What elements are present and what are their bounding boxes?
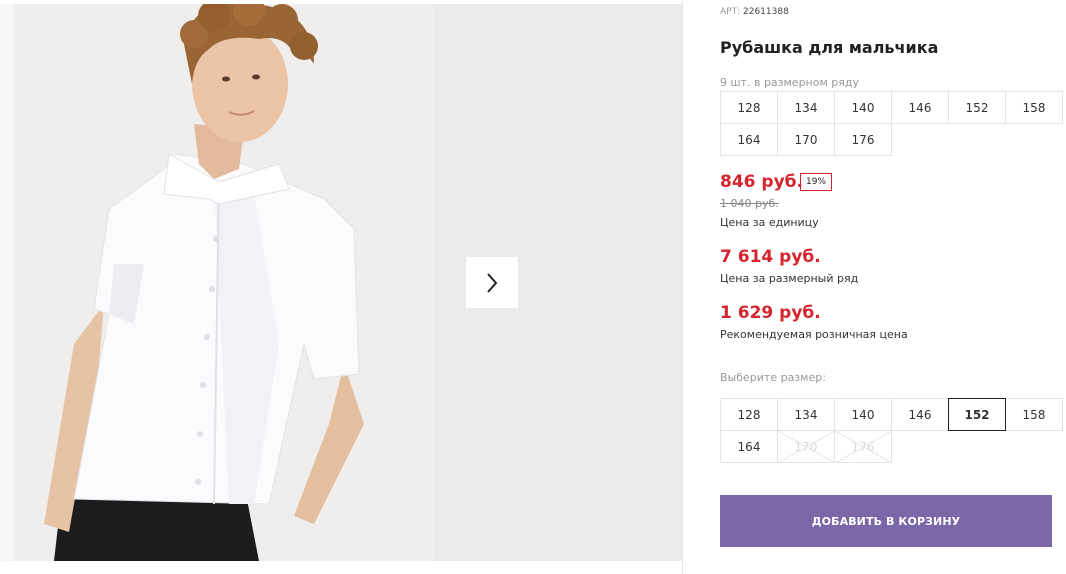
size-row-item: 128 — [720, 91, 778, 124]
unit-price-caption: Цена за единицу — [720, 216, 819, 229]
retail-price-caption: Рекомендуемая розничная цена — [720, 328, 908, 341]
size-option-unavailable: 176 — [834, 430, 892, 463]
size-row-price-caption: Цена за размерный ряд — [720, 272, 859, 285]
size-row-item: 170 — [777, 123, 835, 156]
size-option[interactable]: 146 — [891, 398, 949, 431]
choose-size-label: Выберите размер: — [720, 371, 826, 384]
sku-label: АРТ: — [720, 7, 741, 17]
old-price: 1 040 руб. — [720, 197, 779, 210]
add-to-cart-button[interactable]: ДОБАВИТЬ В КОРЗИНУ — [720, 495, 1052, 547]
size-option[interactable]: 134 — [777, 398, 835, 431]
sku-value: 22611388 — [743, 7, 789, 17]
size-option[interactable]: 140 — [834, 398, 892, 431]
sku-line: АРТ: 22611388 — [720, 7, 789, 17]
size-option[interactable]: 158 — [1005, 398, 1063, 431]
boy-in-white-shirt-image — [14, 4, 434, 561]
next-photo-button[interactable] — [466, 257, 518, 308]
size-option[interactable]: 164 — [720, 430, 778, 463]
retail-price: 1 629 руб. — [720, 303, 821, 323]
product-title: Рубашка для мальчика — [720, 38, 939, 57]
size-row-item: 158 — [1005, 91, 1063, 124]
size-row-item: 176 — [834, 123, 892, 156]
gallery-edge — [0, 4, 14, 561]
discount-badge: 19% — [800, 173, 833, 191]
unavailable-cross-icon — [835, 431, 892, 463]
size-option-unavailable: 170 — [777, 430, 835, 463]
size-row-item: 134 — [777, 91, 835, 124]
size-row-item: 152 — [948, 91, 1006, 124]
product-gallery — [0, 0, 682, 574]
size-option[interactable]: 128 — [720, 398, 778, 431]
size-selector: 128 134 140 146 152 158 164 170 176 — [720, 398, 1063, 463]
size-row-grid: 128 134 140 146 152 158 164 170 176 — [720, 91, 1063, 156]
size-row-item: 140 — [834, 91, 892, 124]
size-option-selected[interactable]: 152 — [948, 398, 1006, 431]
unit-price: 846 руб. — [720, 172, 803, 192]
unavailable-cross-icon — [778, 431, 835, 463]
panel-divider — [682, 0, 683, 574]
size-row-price: 7 614 руб. — [720, 247, 821, 267]
size-row-item: 164 — [720, 123, 778, 156]
product-photo[interactable] — [14, 4, 434, 561]
size-row-item: 146 — [891, 91, 949, 124]
chevron-right-icon — [487, 272, 498, 293]
size-row-note: 9 шт. в размерном ряду — [720, 76, 859, 89]
